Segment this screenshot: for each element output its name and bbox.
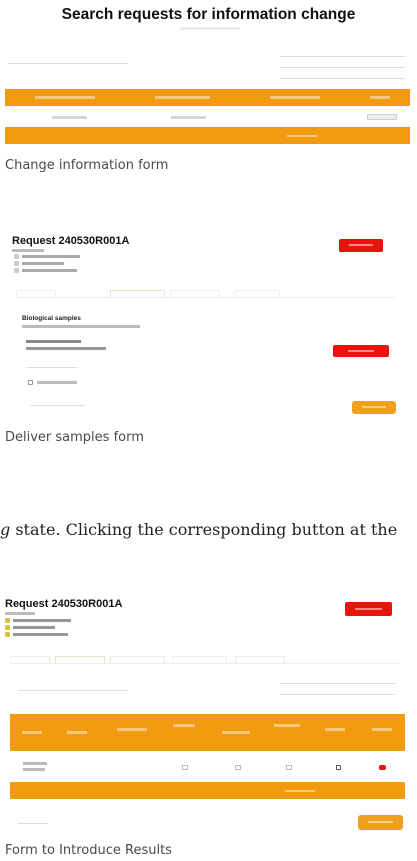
sample-type-value xyxy=(26,347,106,350)
deliver-samples-button[interactable] xyxy=(352,401,396,414)
row-value-field-1[interactable] xyxy=(182,765,188,770)
results-table-footer xyxy=(10,782,405,799)
add-sample-label xyxy=(348,350,374,352)
row-value-field-2[interactable] xyxy=(235,765,241,770)
table-footer-bar xyxy=(5,127,410,144)
filter-field-left[interactable] xyxy=(8,56,128,64)
save-results-label xyxy=(368,821,393,823)
requesting-center-icon xyxy=(5,632,10,637)
figure2-caption: Deliver samples form xyxy=(5,430,144,445)
figure-change-information-screenshot: Search requests for information change xyxy=(0,0,417,150)
request-title: Request 240530R001A xyxy=(12,235,130,247)
row-cell-2 xyxy=(171,116,206,119)
requesting-center-text xyxy=(22,269,77,272)
cancel-request-label xyxy=(355,608,382,610)
row-value-field-3[interactable] xyxy=(286,765,292,770)
row-action-button[interactable] xyxy=(367,114,397,120)
registration-date-icon xyxy=(5,618,10,623)
header-col-6 xyxy=(274,724,300,727)
tab-documents[interactable] xyxy=(235,656,285,663)
table-row[interactable] xyxy=(5,108,410,126)
cancel-request-button[interactable] xyxy=(345,602,392,616)
results-table-header xyxy=(10,714,405,751)
tab-request-info[interactable] xyxy=(10,656,50,663)
header-col-2 xyxy=(155,96,210,99)
requesting-unit-icon xyxy=(5,625,10,630)
row-sample-name xyxy=(23,762,47,765)
figure-introduce-results-screenshot: Request 240530R001A xyxy=(0,592,417,837)
request-title: Request 240530R001A xyxy=(5,598,123,610)
filter-field-left[interactable] xyxy=(18,683,128,691)
figure-deliver-samples-screenshot: Request 240530R001A Biological samples xyxy=(0,228,417,428)
filter-field-right-top[interactable] xyxy=(280,49,405,57)
tab-results[interactable] xyxy=(170,290,220,297)
body-text-line: g state. Clicking the corresponding butt… xyxy=(0,520,397,539)
biological-samples-heading: Biological samples xyxy=(22,315,81,322)
tab-samples[interactable] xyxy=(110,290,165,297)
biological-samples-subtitle xyxy=(22,325,140,328)
header-col-8 xyxy=(372,728,392,731)
search-requests-title: Search requests for information change xyxy=(61,6,356,23)
sample-checkbox-label xyxy=(37,381,77,384)
filter-field-right-bottom[interactable] xyxy=(280,687,395,695)
header-col-5 xyxy=(222,731,250,734)
filter-field-right-top[interactable] xyxy=(280,676,395,684)
requesting-center-text xyxy=(13,633,68,636)
tab-samples[interactable] xyxy=(55,656,105,663)
tab-history[interactable] xyxy=(172,656,227,663)
header-col-3 xyxy=(117,728,147,731)
sample-field-2[interactable] xyxy=(30,398,85,406)
subtitle-text xyxy=(180,27,240,30)
filter-field-right-bottom[interactable] xyxy=(280,71,405,79)
header-col-1 xyxy=(22,731,42,734)
state-label xyxy=(5,612,35,615)
header-col-3 xyxy=(270,96,320,99)
sample-checkbox[interactable] xyxy=(28,380,33,385)
save-results-button[interactable] xyxy=(358,815,403,830)
header-col-4 xyxy=(173,724,195,727)
body-text-italic-letter: g xyxy=(0,520,11,539)
pagination-text xyxy=(287,135,317,137)
registration-date-text xyxy=(13,619,71,622)
requesting-unit-text xyxy=(22,262,64,265)
requesting-center-icon xyxy=(14,268,19,273)
tabs-divider xyxy=(16,297,396,298)
cancel-request-button[interactable] xyxy=(339,239,383,252)
sample-field-1[interactable] xyxy=(27,360,77,368)
results-note-field[interactable] xyxy=(18,816,48,824)
tab-results[interactable] xyxy=(110,656,165,663)
delete-row-icon[interactable] xyxy=(379,765,386,770)
header-col-2 xyxy=(67,731,87,734)
requesting-unit-text xyxy=(13,626,55,629)
pagination-text xyxy=(285,790,315,792)
deliver-samples-label xyxy=(362,406,386,408)
figure3-caption: Form to Introduce Results xyxy=(5,843,172,858)
row-checkbox[interactable] xyxy=(336,765,341,770)
filter-field-right-mid[interactable] xyxy=(280,60,405,68)
header-col-7 xyxy=(325,728,345,731)
tab-request-info[interactable] xyxy=(16,290,56,297)
add-sample-button[interactable] xyxy=(333,345,389,357)
row-cell-1 xyxy=(52,116,87,119)
figure1-caption: Change information form xyxy=(5,158,169,173)
requesting-unit-icon xyxy=(14,261,19,266)
registration-date-text xyxy=(22,255,80,258)
sample-type-label xyxy=(26,340,81,343)
registration-date-icon xyxy=(14,254,19,259)
body-text: g state. Clicking the corresponding butt… xyxy=(0,520,398,539)
table-header xyxy=(5,89,410,106)
cancel-request-label xyxy=(349,244,373,246)
header-col-4 xyxy=(370,96,390,99)
row-sample-code xyxy=(23,768,45,771)
tab-history[interactable] xyxy=(235,290,280,297)
header-col-1 xyxy=(35,96,95,99)
table-row[interactable] xyxy=(10,754,405,780)
tabs-divider xyxy=(10,663,400,664)
state-label xyxy=(12,249,44,252)
